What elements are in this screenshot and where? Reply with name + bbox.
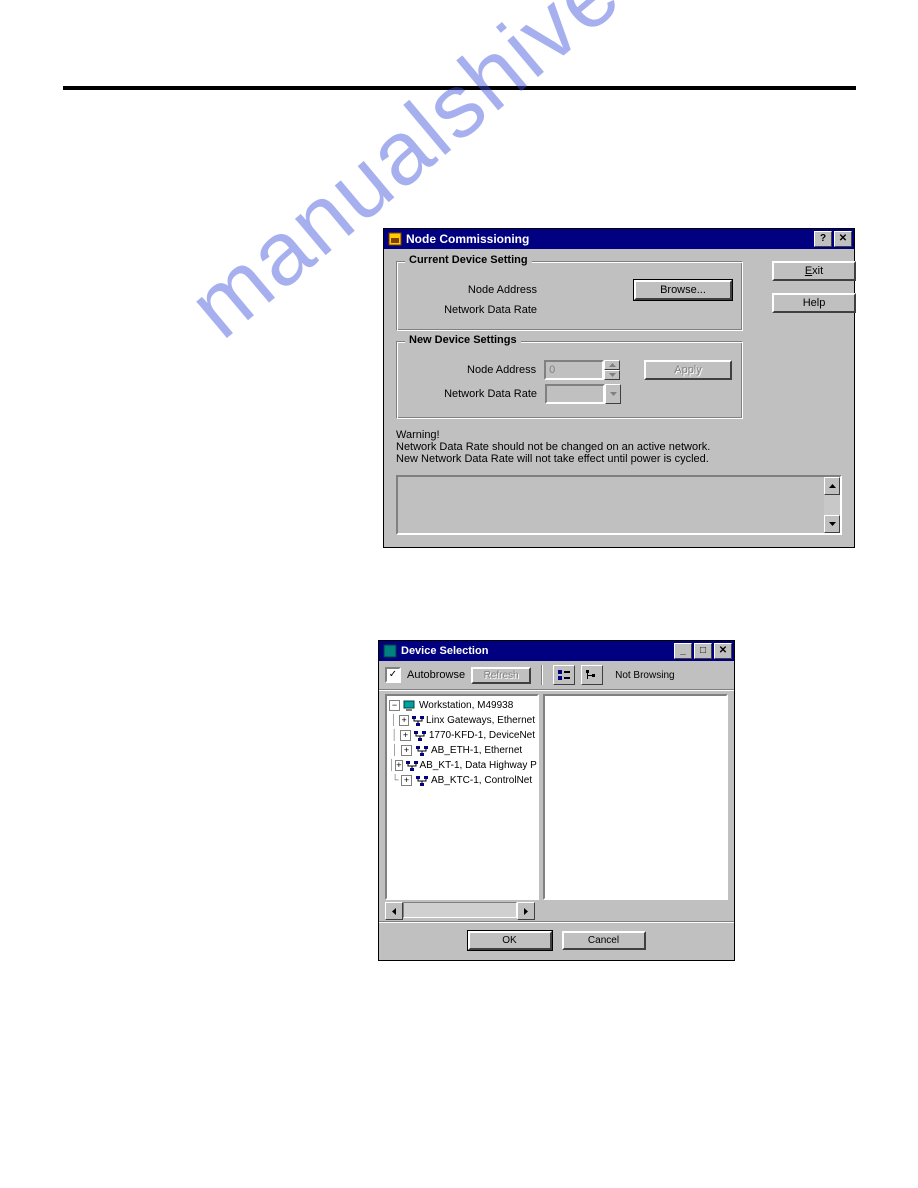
- device-list-pane[interactable]: [543, 694, 728, 900]
- cancel-button[interactable]: Cancel: [562, 931, 646, 950]
- scroll-right-icon[interactable]: [517, 902, 535, 920]
- computer-icon: [403, 700, 417, 712]
- node-address-label: Node Address: [407, 364, 544, 376]
- help-button-icon[interactable]: ?: [814, 231, 832, 247]
- dialog-title: Device Selection: [401, 645, 488, 657]
- warning-head: Warning!: [396, 429, 842, 441]
- device-selection-dialog: Device Selection _ □ ✕ ✓ Autobrowse Refr…: [378, 640, 735, 961]
- tree-root[interactable]: − Workstation, M49938: [389, 698, 535, 713]
- exit-button[interactable]: Exit: [772, 261, 856, 281]
- current-device-setting-group: Current Device Setting Node Address Brow…: [396, 261, 743, 331]
- network-icon: [414, 730, 427, 742]
- group-title: New Device Settings: [405, 334, 521, 346]
- network-data-rate-label: Network Data Rate: [407, 304, 545, 316]
- tree-label: 1770-KFD-1, DeviceNet: [429, 730, 535, 741]
- close-button-icon[interactable]: ✕: [834, 231, 852, 247]
- tree-item[interactable]: │+ AB_ETH-1, Ethernet: [389, 743, 535, 758]
- collapse-icon[interactable]: −: [389, 700, 400, 711]
- scroll-track[interactable]: [403, 902, 517, 918]
- dialog-titlebar[interactable]: Device Selection _ □ ✕: [379, 641, 734, 661]
- view-tree-icon[interactable]: [581, 665, 603, 685]
- ok-button[interactable]: OK: [468, 931, 552, 950]
- group-title: Current Device Setting: [405, 254, 532, 266]
- view-list-icon[interactable]: [553, 665, 575, 685]
- tree-item[interactable]: └+ AB_KTC-1, ControlNet: [389, 773, 535, 788]
- device-tree[interactable]: − Workstation, M49938 │+ Linx Gateways, …: [385, 694, 539, 900]
- network-icon: [412, 715, 424, 727]
- log-scrollbar[interactable]: [824, 477, 840, 533]
- tree-item[interactable]: │+ 1770-KFD-1, DeviceNet: [389, 728, 535, 743]
- maximize-icon[interactable]: □: [694, 643, 712, 659]
- node-address-spin[interactable]: [544, 360, 620, 380]
- scroll-left-icon[interactable]: [385, 902, 403, 920]
- tree-item[interactable]: │+ AB_KT-1, Data Highway P: [389, 758, 535, 773]
- network-icon: [415, 745, 429, 757]
- tree-label: Linx Gateways, Ethernet: [426, 715, 535, 726]
- autobrowse-label: Autobrowse: [407, 669, 465, 681]
- dialog-titlebar[interactable]: Node Commissioning ? ✕: [384, 229, 854, 249]
- scroll-track[interactable]: [824, 495, 840, 515]
- warning-block: Warning! Network Data Rate should not be…: [396, 429, 842, 465]
- app-icon: [388, 232, 402, 246]
- separator: [541, 665, 543, 685]
- expand-icon[interactable]: +: [400, 730, 410, 741]
- scroll-down-icon[interactable]: [824, 515, 840, 533]
- network-data-rate-combo[interactable]: [545, 384, 621, 404]
- network-icon: [415, 775, 429, 787]
- app-icon: [383, 644, 397, 658]
- expand-icon[interactable]: +: [399, 715, 409, 726]
- node-address-input[interactable]: [544, 360, 604, 380]
- chevron-down-icon[interactable]: [605, 384, 621, 404]
- log-box: [396, 475, 842, 535]
- spin-down-icon[interactable]: [604, 370, 620, 380]
- expand-icon[interactable]: +: [401, 745, 412, 756]
- browse-button[interactable]: Browse...: [634, 280, 732, 300]
- tree-label: AB_KT-1, Data Highway P: [420, 760, 537, 771]
- expand-icon[interactable]: +: [395, 760, 402, 771]
- close-button-icon[interactable]: ✕: [714, 643, 732, 659]
- toolbar: ✓ Autobrowse Refresh Not Browsing: [379, 661, 734, 690]
- network-icon: [406, 760, 418, 772]
- minimize-icon[interactable]: _: [674, 643, 692, 659]
- apply-button[interactable]: Apply: [644, 360, 732, 380]
- dialog-buttons: OK Cancel: [379, 922, 734, 960]
- scroll-up-icon[interactable]: [824, 477, 840, 495]
- dialog-title: Node Commissioning: [406, 232, 529, 246]
- network-data-rate-label: Network Data Rate: [407, 388, 545, 400]
- tree-label: AB_ETH-1, Ethernet: [431, 745, 522, 756]
- tree-label: Workstation, M49938: [419, 700, 513, 711]
- node-commissioning-dialog: Node Commissioning ? ✕ Exit Help Current…: [383, 228, 855, 548]
- help-button[interactable]: Help: [772, 293, 856, 313]
- tree-label: AB_KTC-1, ControlNet: [431, 775, 532, 786]
- page-divider: [63, 86, 856, 90]
- autobrowse-checkbox[interactable]: ✓: [385, 667, 401, 683]
- node-address-label: Node Address: [407, 284, 545, 296]
- warning-line: New Network Data Rate will not take effe…: [396, 453, 842, 465]
- refresh-button[interactable]: Refresh: [471, 667, 531, 684]
- expand-icon[interactable]: +: [401, 775, 412, 786]
- tree-hscroll[interactable]: [385, 902, 535, 918]
- right-button-column: Exit Help: [772, 261, 842, 313]
- spin-up-icon[interactable]: [604, 360, 620, 370]
- new-device-settings-group: New Device Settings Node Address Apply N…: [396, 341, 743, 419]
- log-text: [398, 477, 824, 533]
- network-data-rate-input[interactable]: [545, 384, 605, 404]
- tree-item[interactable]: │+ Linx Gateways, Ethernet: [389, 713, 535, 728]
- warning-line: Network Data Rate should not be changed …: [396, 441, 842, 453]
- browse-status: Not Browsing: [615, 670, 674, 681]
